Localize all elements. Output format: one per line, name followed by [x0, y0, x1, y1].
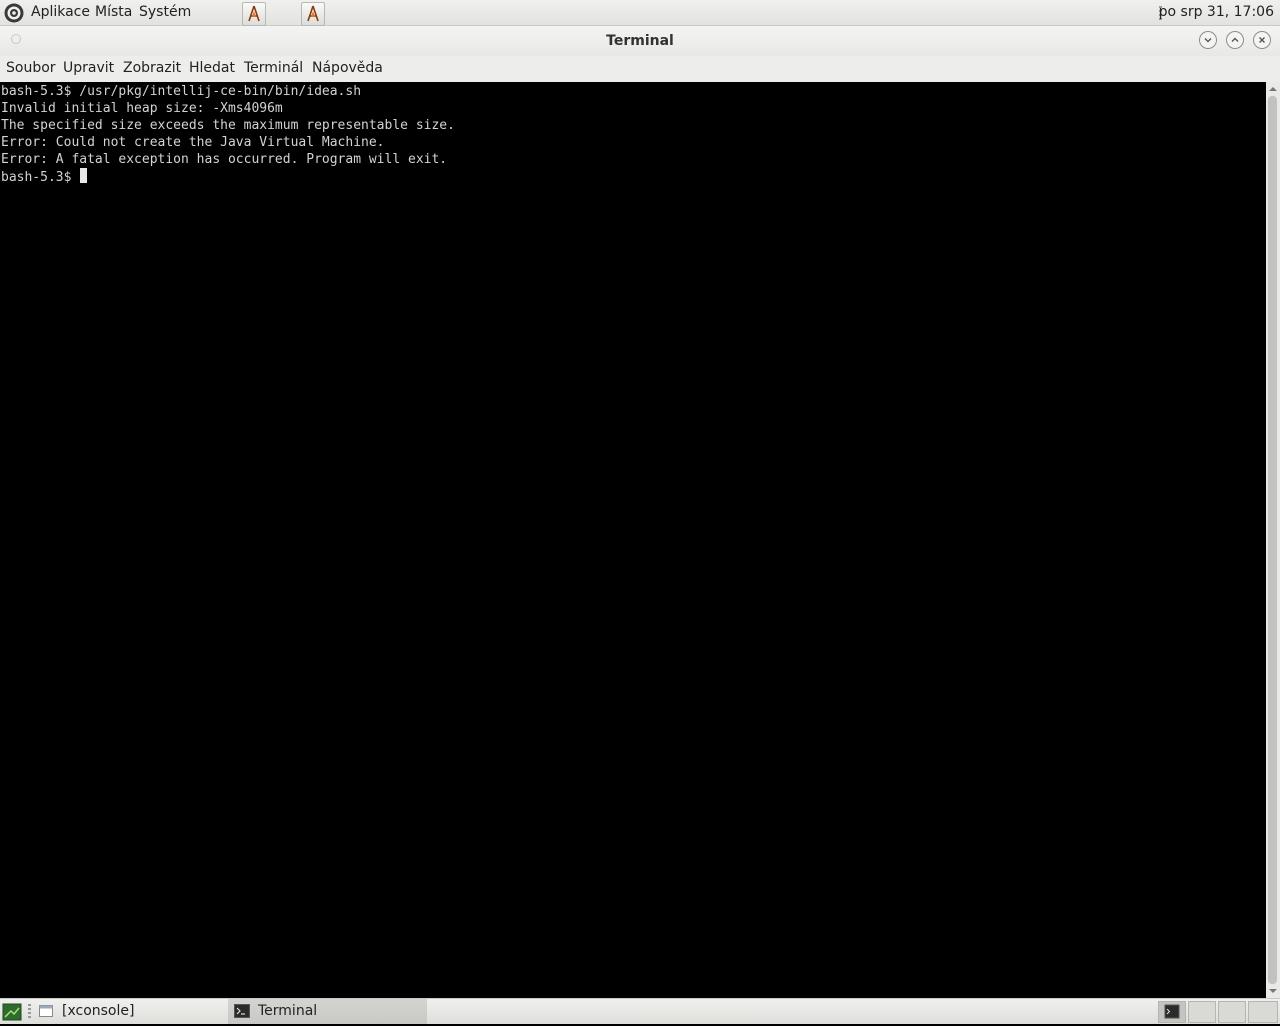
workspace-4[interactable] — [1248, 1001, 1278, 1023]
scroll-down-icon[interactable] — [1268, 986, 1278, 996]
taskbar-item-xconsole[interactable]: [xconsole] — [34, 999, 226, 1024]
terminal-output[interactable]: bash-5.3$ /usr/pkg/intellij-ce-bin/bin/i… — [0, 82, 1266, 998]
text-cursor — [80, 168, 88, 183]
window-icon — [39, 1005, 53, 1017]
menu-mista[interactable]: Místa — [95, 4, 132, 20]
menu-upravit[interactable]: Upravit — [63, 60, 114, 76]
menu-hledat[interactable]: Hledat — [189, 60, 235, 76]
main-menu-logo-icon[interactable] — [3, 2, 25, 24]
workspace-1[interactable] — [1158, 1001, 1186, 1023]
menu-napoveda[interactable]: Nápověda — [312, 60, 383, 76]
terminal-prompt-line[interactable]: bash-5.3$ — [1, 168, 1266, 186]
scroll-up-icon[interactable] — [1268, 84, 1278, 94]
terminal-launcher-icon[interactable] — [242, 2, 266, 26]
minimize-icon[interactable] — [1199, 31, 1217, 49]
close-icon[interactable] — [1253, 31, 1271, 49]
workspace-3[interactable] — [1218, 1001, 1246, 1023]
terminal-icon — [234, 1004, 250, 1018]
show-desktop-icon[interactable] — [2, 1003, 22, 1021]
window-title: Terminal — [606, 33, 674, 49]
menu-system[interactable]: Systém — [139, 4, 191, 20]
scrollbar-thumb[interactable] — [1268, 96, 1277, 984]
menu-zobrazit[interactable]: Zobrazit — [123, 60, 181, 76]
terminal-menubar: Soubor Upravit Zobrazit Hledat Terminál … — [0, 56, 1280, 82]
window-titlebar[interactable]: Terminal — [0, 26, 1280, 56]
top-panel: Aplikace Místa Systém po srp 31, 17:06 — [0, 0, 1280, 26]
menu-aplikace[interactable]: Aplikace — [31, 4, 90, 20]
menu-soubor[interactable]: Soubor — [6, 60, 56, 76]
terminal-prompt: bash-5.3$ — [1, 170, 80, 185]
taskbar-item-terminal[interactable]: Terminal — [228, 999, 427, 1024]
taskbar-item-label: [xconsole] — [62, 1003, 135, 1019]
terminal-line: bash-5.3$ /usr/pkg/intellij-ce-bin/bin/i… — [1, 84, 362, 99]
maximize-icon[interactable] — [1226, 31, 1244, 49]
terminal-line: The specified size exceeds the maximum r… — [1, 118, 455, 133]
terminal-launcher-icon[interactable] — [301, 2, 325, 26]
bottom-panel: [xconsole] Terminal — [0, 998, 1280, 1024]
panel-clock[interactable]: po srp 31, 17:06 — [1159, 4, 1274, 20]
terminal-icon — [1164, 1004, 1180, 1019]
terminal-line: Invalid initial heap size: -Xms4096m — [1, 101, 283, 116]
taskbar-item-label: Terminal — [258, 1003, 318, 1019]
workspace-2[interactable] — [1188, 1001, 1216, 1023]
menu-terminal[interactable]: Terminál — [244, 60, 303, 76]
terminal-line: Error: Could not create the Java Virtual… — [1, 135, 385, 150]
terminal-line: Error: A fatal exception has occurred. P… — [1, 152, 448, 167]
terminal-scrollbar[interactable] — [1266, 82, 1280, 998]
panel-handle — [28, 1004, 31, 1020]
